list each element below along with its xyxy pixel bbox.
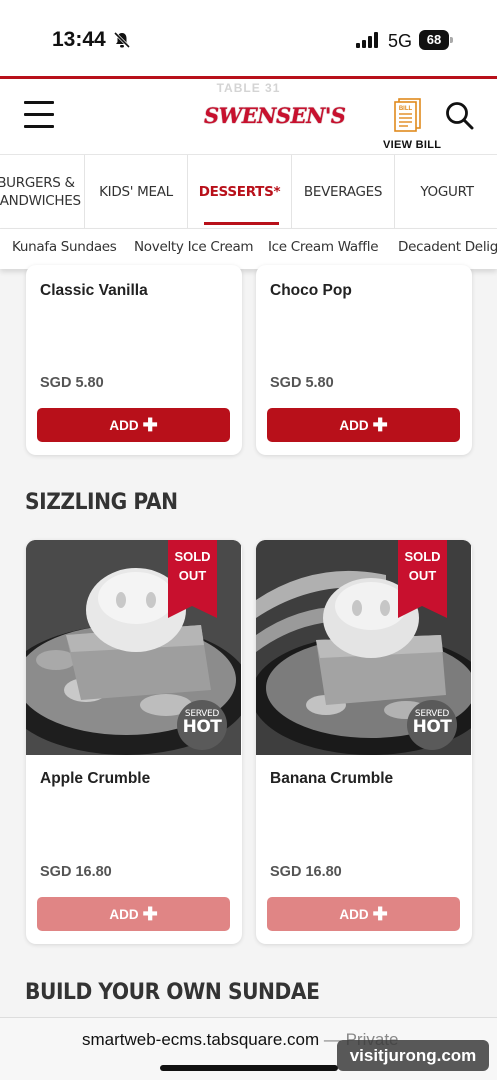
item-name: Banana Crumble: [270, 770, 394, 787]
tab-desserts[interactable]: DESSERTS*: [188, 155, 292, 228]
category-tabs: BURGERS & SANDWICHES KIDS' MEAL DESSERTS…: [0, 155, 497, 229]
network-type: 5G: [388, 31, 413, 51]
active-tab-indicator: [204, 222, 279, 225]
plus-icon: ✚: [372, 904, 388, 924]
add-button-label: ADD: [109, 417, 139, 433]
add-button[interactable]: ADD ✚: [267, 408, 460, 442]
home-indicator[interactable]: [160, 1065, 338, 1071]
brand-logo[interactable]: SWENSEN'S: [204, 103, 346, 128]
served-hot-badge-big: HOT: [412, 717, 452, 737]
tab-beverages[interactable]: BEVERAGES: [292, 155, 395, 228]
bell-slash-icon: [113, 31, 131, 49]
app-header: TABLE 31 SWENSEN'S BILL VIEW BILL: [0, 79, 497, 155]
item-card-banana-crumble[interactable]: SOLD OUT SERVED HOT Banana Crumble SGD 1…: [256, 540, 472, 944]
item-card-choco-pop[interactable]: Choco Pop SGD 5.80 ADD ✚: [256, 265, 472, 455]
tab-kids-meal[interactable]: KIDS' MEAL: [85, 155, 188, 228]
view-bill-button[interactable]: VIEW BILL: [383, 139, 441, 151]
signal-icon: [356, 32, 378, 48]
battery-tip: [450, 37, 453, 43]
served-hot-badge-big: HOT: [182, 717, 222, 737]
table-label: TABLE 31: [216, 81, 281, 95]
status-bar: 13:44 5G 68: [0, 0, 497, 78]
item-price: SGD 16.80: [40, 864, 112, 880]
add-button-label: ADD: [339, 417, 369, 433]
add-button[interactable]: ADD ✚: [37, 408, 230, 442]
add-button-disabled[interactable]: ADD ✚: [37, 897, 230, 931]
sold-out-ribbon: SOLD OUT: [398, 540, 447, 618]
item-image: SOLD OUT SERVED HOT: [256, 540, 471, 755]
plus-icon: ✚: [142, 904, 158, 924]
item-card-classic-vanilla[interactable]: Classic Vanilla SGD 5.80 ADD ✚: [26, 265, 242, 455]
subtab-novelty-ice-cream[interactable]: Novelty Ice Cream: [134, 239, 254, 255]
add-button-disabled[interactable]: ADD ✚: [267, 897, 460, 931]
add-button-label: ADD: [339, 906, 369, 922]
tab-burgers-sandwiches[interactable]: BURGERS & SANDWICHES: [0, 155, 85, 228]
item-price: SGD 5.80: [270, 375, 334, 391]
subtab-decadent-delights[interactable]: Decadent Delights: [398, 239, 497, 255]
item-name: Classic Vanilla: [40, 282, 148, 299]
bill-icon[interactable]: BILL: [394, 98, 422, 132]
url-domain: smartweb-ecms.tabsquare.com: [82, 1030, 320, 1049]
item-name: Apple Crumble: [40, 770, 151, 787]
item-image: SOLD OUT SERVED HOT: [26, 540, 241, 755]
search-icon[interactable]: [445, 101, 475, 131]
battery-level: 68: [419, 30, 449, 50]
subtab-ice-cream-waffle[interactable]: Ice Cream Waffle: [268, 239, 379, 255]
status-time: 13:44: [52, 28, 106, 51]
section-title-sizzling-pan: SIZZLING PAN: [25, 490, 178, 515]
item-card-apple-crumble[interactable]: SOLD OUT SERVED HOT Apple Crumble SGD 16…: [26, 540, 242, 944]
battery-icon: 68: [419, 30, 453, 50]
item-name: Choco Pop: [270, 282, 352, 299]
watermark: visitjurong.com: [337, 1040, 489, 1071]
sold-out-ribbon: SOLD OUT: [168, 540, 217, 618]
bill-icon-label: BILL: [399, 106, 413, 112]
item-price: SGD 16.80: [270, 864, 342, 880]
menu-icon[interactable]: [24, 101, 54, 129]
add-button-label: ADD: [109, 906, 139, 922]
tab-yogurt[interactable]: YOGURT: [395, 155, 497, 228]
plus-icon: ✚: [372, 415, 388, 435]
section-title-build-sundae: BUILD YOUR OWN SUNDAE: [25, 980, 320, 1005]
subcategory-tabs: Kunafa Sundaes Novelty Ice Cream Ice Cre…: [0, 229, 497, 269]
subtab-kunafa-sundaes[interactable]: Kunafa Sundaes: [12, 239, 117, 255]
served-hot-badge: SERVED HOT: [407, 700, 457, 750]
served-hot-badge: SERVED HOT: [177, 700, 227, 750]
item-price: SGD 5.80: [40, 375, 104, 391]
plus-icon: ✚: [142, 415, 158, 435]
